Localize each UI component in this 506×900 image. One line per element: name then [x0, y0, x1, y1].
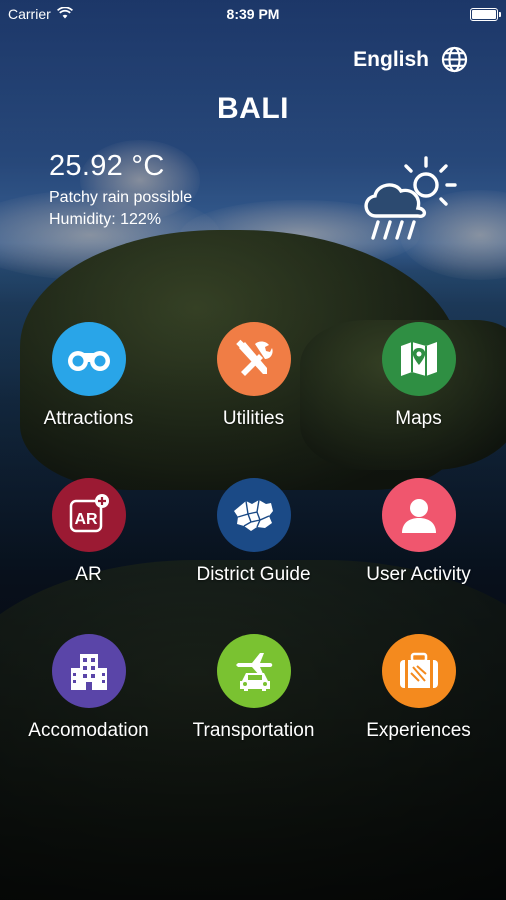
utilities-circle [216, 322, 291, 396]
map-icon [400, 342, 437, 376]
menu-item-experiences[interactable]: Experiences [336, 634, 501, 742]
globe-icon [441, 46, 468, 73]
battery-icon [470, 7, 501, 21]
ar-icon: AR [69, 494, 109, 533]
weather-panel: 25.92 °C Patchy rain possible Humidity: … [49, 150, 192, 229]
menu-item-maps[interactable]: Maps [336, 322, 501, 430]
suitcase-icon [399, 652, 438, 688]
menu-label: Accomodation [28, 720, 149, 741]
carrier-label: Carrier [8, 6, 51, 22]
menu-item-ar[interactable]: AR AR [6, 478, 171, 586]
weather-condition: Patchy rain possible [49, 189, 193, 206]
menu-label: District Guide [196, 564, 311, 585]
status-left: Carrier [8, 6, 470, 22]
menu-label: AR [75, 564, 102, 585]
menu-label: Transportation [192, 720, 315, 741]
menu-item-utilities[interactable]: Utilities [171, 322, 336, 430]
attractions-circle [51, 322, 126, 396]
menu-label: Experiences [366, 720, 471, 741]
menu-label: Attractions [43, 408, 134, 429]
svg-text:AR: AR [74, 511, 98, 528]
experiences-circle [381, 634, 456, 708]
user-icon [401, 499, 436, 533]
temperature: 25.92 °C [49, 150, 165, 182]
tools-icon [235, 339, 273, 376]
ar-circle: AR [51, 478, 126, 552]
status-bar: Carrier 8:39 PM [0, 0, 506, 28]
district-guide-circle [216, 478, 291, 552]
building-icon [70, 654, 107, 690]
menu-label: Utilities [222, 408, 285, 429]
city-title: BALI [217, 92, 289, 125]
wifi-icon [56, 6, 73, 22]
rain-sun-icon [358, 152, 458, 253]
accomodation-circle [51, 634, 126, 708]
menu-item-attractions[interactable]: Attractions [6, 322, 171, 430]
maps-circle [381, 322, 456, 396]
district-map-icon [233, 499, 273, 531]
menu-label: Maps [395, 408, 442, 429]
menu-label: User Activity [366, 564, 471, 585]
menu-item-district-guide[interactable]: District Guide [171, 478, 336, 586]
transportation-circle [216, 634, 291, 708]
humidity: Humidity: 122% [49, 211, 162, 228]
menu-item-transportation[interactable]: Transportation [171, 634, 336, 742]
plane-car-icon [235, 653, 272, 691]
menu-grid: Attractions Utilities Maps AR AR Distric… [6, 322, 501, 742]
language-selector[interactable]: English [353, 46, 468, 73]
battery-fill [472, 9, 496, 19]
language-label: English [353, 47, 429, 71]
user-activity-circle [381, 478, 456, 552]
menu-item-user-activity[interactable]: User Activity [336, 478, 501, 586]
binoculars-icon [67, 351, 110, 371]
menu-item-accomodation[interactable]: Accomodation [6, 634, 171, 742]
